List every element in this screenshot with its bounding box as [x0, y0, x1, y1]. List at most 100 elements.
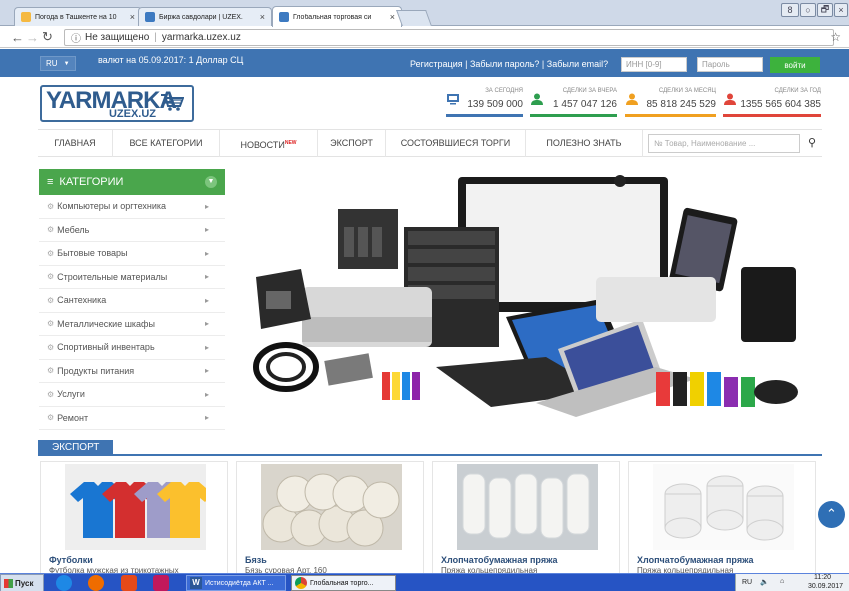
nav-all-categories[interactable]: ВСЕ КАТЕГОРИИ [113, 130, 220, 157]
language-select[interactable]: RU ▼ [40, 56, 76, 71]
caret-down-icon: ▼ [63, 60, 70, 67]
stat-value: 1355 565 604 385 [740, 99, 821, 110]
stat-value: 1 457 047 126 [553, 99, 617, 110]
category-item[interactable]: ⚙ Металлические шкафы ▸ [39, 313, 225, 336]
category-label: Бытовые товары [57, 248, 128, 259]
clock-date[interactable]: 30.09.2017 [808, 583, 843, 590]
taskbar-task-chrome[interactable]: Глобальная торго... [291, 575, 396, 591]
inn-input[interactable]: ИНН [0-9] [621, 57, 687, 72]
powerpoint-icon[interactable] [121, 575, 137, 591]
chevron-right-icon: ▸ [204, 319, 209, 329]
tab-global-trade[interactable]: Глобальная торговая си × [272, 6, 402, 27]
task-label: Глобальная торго... [310, 579, 374, 587]
bookmark-star-icon[interactable]: ☆ [830, 30, 841, 44]
product-card[interactable]: Футболки Футболка мужская из трикотажных [40, 461, 228, 578]
nav-news-label: НОВОСТИ [240, 140, 285, 150]
chevron-right-icon: ▸ [204, 366, 209, 376]
currency-rate: валют на 05.09.2017: 1 Доллар СЦ [98, 55, 244, 65]
account-links[interactable]: Регистрация | Забыли пароль? | Забыли em… [410, 59, 608, 69]
tshirts-image [65, 464, 206, 550]
close-window-button[interactable]: × [834, 3, 848, 17]
category-list: ⚙ Компьютеры и оргтехника ▸ ⚙ Мебель ▸ ⚙ Быто… [39, 195, 225, 430]
category-item[interactable]: ⚙ Строительные материалы ▸ [39, 266, 225, 289]
product-name: Бязь [245, 555, 267, 565]
product-card[interactable]: Хлопчатобумажная пряжа Пряжа кольцепряди… [432, 461, 620, 578]
forward-arrow-icon[interactable]: → [25, 30, 40, 45]
chevron-right-icon: ▸ [204, 248, 209, 258]
tab-close-icon[interactable]: × [390, 12, 395, 22]
scroll-up-button[interactable]: ⌃ [818, 501, 845, 528]
stat-label: СДЕЛКИ ЗА МЕСЯЦ [658, 88, 716, 94]
categories-header[interactable]: ≡ КАТЕГОРИИ ▼ [39, 169, 225, 195]
volume-icon[interactable]: 🔈 [760, 578, 769, 586]
category-item[interactable]: ⚙ Спортивный инвентарь ▸ [39, 336, 225, 360]
gear-icon: ⚙ [47, 342, 55, 352]
new-tab-button[interactable] [396, 10, 432, 26]
stat-today: ЗА СЕГОДНЯ 139 509 000 [446, 87, 523, 117]
user-icon[interactable]: 8 [781, 3, 799, 17]
category-label: Строительные материалы [57, 271, 168, 282]
app-icon[interactable] [153, 575, 169, 591]
category-label: Компьютеры и оргтехника [57, 201, 167, 212]
category-item[interactable]: ⚙ Компьютеры и оргтехника ▸ [39, 195, 225, 219]
search-input[interactable]: № Товар, Наименование ... [648, 134, 800, 153]
word-icon: W [190, 577, 202, 589]
category-item[interactable]: ⚙ Продукты питания ▸ [39, 360, 225, 383]
category-item[interactable]: ⚙ Ремонт ▸ [39, 407, 225, 430]
start-button[interactable]: Пуск [0, 574, 44, 591]
security-label: Не защищено [85, 32, 150, 43]
product-card[interactable]: Хлопчатобумажная пряжа Пряжа кольцепряди… [628, 461, 816, 578]
clock-time[interactable]: 11:20 [814, 574, 831, 581]
back-arrow-icon[interactable]: ← [10, 30, 25, 45]
category-label: Металлические шкафы [57, 318, 155, 329]
category-item[interactable]: ⚙ Мебель ▸ [39, 219, 225, 242]
search-icon[interactable]: ⚲ [803, 134, 821, 153]
cart-icon [161, 94, 184, 111]
stat-label: СДЕЛКИ ЗА ВЧЕРА [562, 88, 617, 94]
chevron-down-icon[interactable]: ▼ [205, 176, 217, 188]
product-card[interactable]: Бязь Бязь суровая Арт. 160 [236, 461, 424, 578]
category-label: Мебель [57, 224, 90, 235]
tab-uzex[interactable]: Биржа савдолари | UZEX. × [138, 7, 272, 26]
minimize-button[interactable]: ○ [800, 3, 816, 17]
tab-label: Погода в Ташкенте на 10 [35, 13, 117, 21]
category-item[interactable]: ⚙ Услуги ▸ [39, 383, 225, 407]
site-logo[interactable]: YARMARKA UZEX.UZ [40, 85, 194, 122]
chevron-right-icon: ▸ [204, 389, 209, 399]
nav-home[interactable]: ГЛАВНАЯ [38, 130, 113, 157]
gear-icon: ⚙ [47, 389, 55, 399]
network-icon[interactable]: ⌂ [780, 578, 784, 585]
tab-close-icon[interactable]: × [260, 12, 265, 22]
maximize-button[interactable]: 🗗 [817, 3, 833, 17]
ie-icon[interactable] [56, 575, 72, 591]
tray-language[interactable]: RU [742, 579, 752, 586]
chevron-up-icon: ⌃ [826, 506, 837, 521]
url-field[interactable]: ⓘ Не защищено | yarmarka.uzex.uz [64, 29, 834, 46]
category-label: Продукты питания [57, 365, 135, 376]
gear-icon: ⚙ [47, 366, 55, 376]
info-icon[interactable]: ⓘ [71, 30, 81, 45]
category-item[interactable]: ⚙ Бытовые товары ▸ [39, 242, 225, 266]
tab-label: Биржа савдолари | UZEX. [159, 13, 243, 21]
firefox-icon[interactable] [88, 575, 104, 591]
nav-export[interactable]: ЭКСПОРТ [318, 130, 386, 157]
nav-useful-info[interactable]: ПОЛЕЗНО ЗНАТЬ [526, 130, 643, 157]
address-bar: ← → ↻ ⓘ Не защищено | yarmarka.uzex.uz ☆ [0, 27, 849, 48]
gear-icon: ⚙ [47, 248, 55, 258]
nav-completed-trades[interactable]: СОСТОЯВШИЕСЯ ТОРГИ [386, 130, 526, 157]
tab-close-icon[interactable]: × [130, 12, 135, 22]
logo-sub-text: UZEX.UZ [108, 108, 156, 120]
monitor-icon [447, 94, 459, 105]
language-value: RU [46, 59, 58, 68]
category-item[interactable]: ⚙ Сантехника ▸ [39, 289, 225, 313]
tab-weather[interactable]: Погода в Ташкенте на 10 × [14, 7, 142, 26]
reload-icon[interactable]: ↻ [40, 29, 55, 45]
gear-icon: ⚙ [47, 225, 55, 235]
login-button[interactable]: войти [770, 57, 820, 73]
nav-news[interactable]: НОВОСТИNEW [220, 130, 318, 157]
export-title[interactable]: ЭКСПОРТ [38, 440, 114, 456]
hero-banner[interactable] [236, 167, 822, 431]
taskbar-task-word[interactable]: W Истисодиётда АКТ ... [186, 575, 286, 591]
password-input[interactable]: Пароль [697, 57, 763, 72]
url-separator: | [154, 32, 157, 43]
